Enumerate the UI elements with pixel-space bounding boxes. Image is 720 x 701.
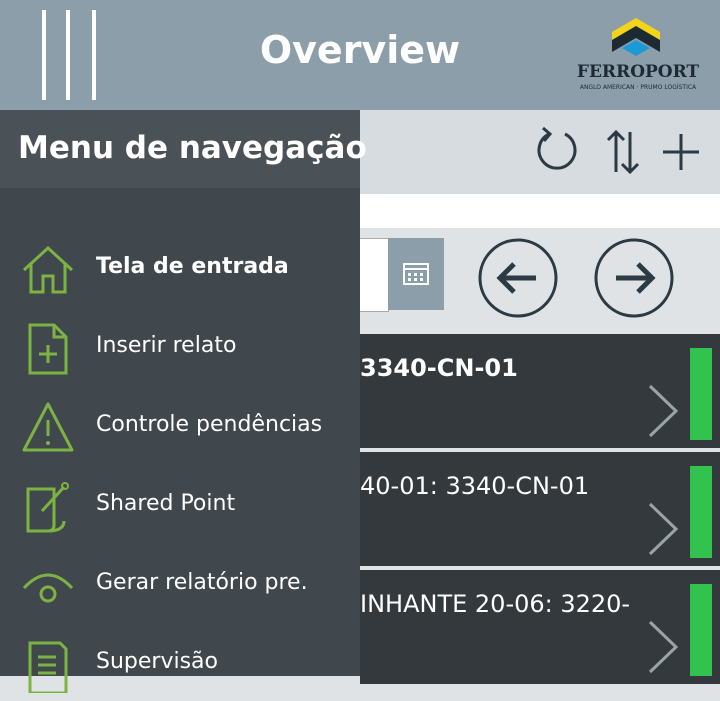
toolbar (360, 110, 720, 194)
status-indicator (690, 348, 712, 440)
list-item-text: 3340-CN-01 (360, 354, 518, 382)
menu-item-gerar-relatorio[interactable]: Gerar relatório pre. (0, 550, 360, 622)
next-date-button[interactable] (594, 238, 674, 318)
chevron-right-icon (648, 384, 679, 438)
status-indicator (690, 466, 712, 558)
menu-item-label: Supervisão (96, 649, 218, 674)
eye-icon (22, 573, 74, 603)
logo-subtext: ANGLO AMERICAN · PRUMO LOGÍSTICA (579, 84, 697, 91)
drawer-title: Menu de navegação (18, 130, 367, 166)
menu-item-supervisao[interactable]: Supervisão (0, 629, 360, 701)
logo-mark-icon (612, 18, 660, 56)
list-item-text: INHANTE 20-06: 3220- (360, 590, 631, 618)
warning-icon (22, 402, 74, 452)
home-icon (22, 245, 74, 294)
calendar-button[interactable] (388, 238, 444, 310)
add-icon[interactable] (656, 122, 706, 178)
status-indicator (690, 584, 712, 676)
list-item-text: 40-01: 3340-CN-01 (360, 472, 590, 500)
edit-note-icon (26, 482, 69, 533)
menu-item-label: Tela de entrada (96, 254, 289, 279)
page-title: Overview (259, 28, 461, 72)
menu-item-label: Inserir relato (96, 333, 237, 358)
menu-item-shared-point[interactable]: Shared Point (0, 471, 360, 543)
navigation-drawer: Menu de navegação Tela de entrada Inseri… (0, 110, 367, 693)
chevron-right-icon (648, 502, 679, 556)
calendar-icon (403, 263, 429, 285)
logo-text: FERROPORT (576, 62, 700, 82)
menu-item-label: Gerar relatório pre. (96, 570, 308, 595)
list-item[interactable]: INHANTE 20-06: 3220- (360, 570, 720, 684)
search-input[interactable] (360, 194, 720, 228)
chevron-right-icon (648, 620, 679, 674)
sort-icon[interactable] (598, 122, 648, 178)
drawer-header: Menu de navegação (0, 110, 367, 188)
list-item[interactable]: 3340-CN-01 (360, 334, 720, 448)
refresh-icon[interactable] (532, 122, 582, 178)
date-input[interactable] (360, 238, 389, 312)
list-document-icon (28, 641, 68, 693)
menu-item-label: Controle pendências (96, 412, 323, 437)
date-navigation (360, 228, 720, 332)
menu-item-label: Shared Point (96, 491, 236, 516)
ferroport-logo: FERROPORT ANGLO AMERICAN · PRUMO LOGÍSTI… (572, 14, 704, 98)
previous-date-button[interactable] (478, 238, 558, 318)
app-header: Overview FERROPORT ANGLO AMERICAN · PRUM… (0, 0, 720, 110)
add-document-icon (28, 323, 68, 375)
menu-icon[interactable] (40, 10, 100, 102)
menu-item-tela-de-entrada[interactable]: Tela de entrada (0, 234, 360, 306)
menu-item-controle-pendencias[interactable]: Controle pendências (0, 392, 360, 464)
menu-item-inserir-relato[interactable]: Inserir relato (0, 313, 360, 385)
list-item[interactable]: 40-01: 3340-CN-01 (360, 452, 720, 566)
